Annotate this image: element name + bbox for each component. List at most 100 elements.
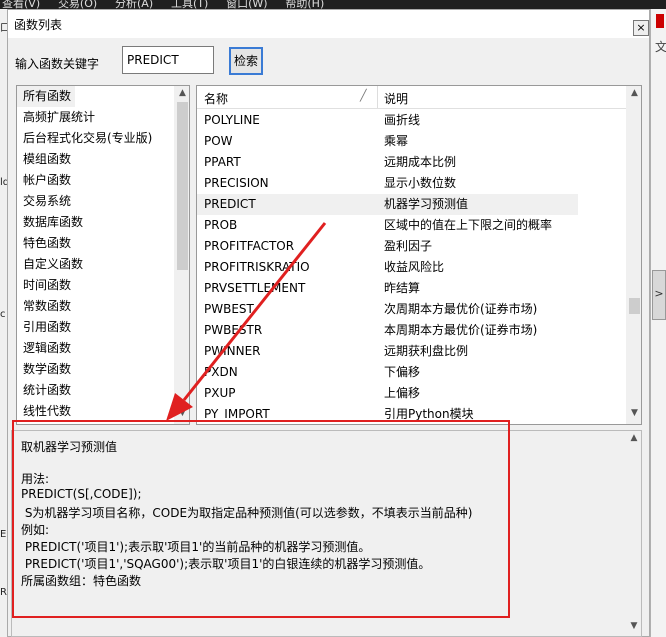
category-item[interactable]: 常数函数 <box>17 296 174 317</box>
detail-usage-label: 用法: <box>21 472 50 486</box>
function-desc: 昨结算 <box>384 281 421 295</box>
scroll-down-icon[interactable]: ▼ <box>626 621 642 631</box>
category-item[interactable]: 自定义函数 <box>17 254 174 275</box>
function-desc: 远期成本比例 <box>384 155 457 169</box>
close-button[interactable]: × <box>633 20 649 36</box>
function-name: PXUP <box>204 386 236 400</box>
search-label: 输入函数关键字 <box>15 57 100 71</box>
detail-scrollbar[interactable]: ▲ ▼ <box>626 431 642 636</box>
menu-view[interactable]: 查看(V) <box>2 0 40 9</box>
table-row[interactable]: PWBESTR 本周期本方最优价(证券市场) <box>197 320 626 341</box>
category-item[interactable]: 特色函数 <box>17 233 174 254</box>
dialog-title: 函数列表 <box>14 18 63 32</box>
table-row[interactable]: PXDN 下偏移 <box>197 362 626 383</box>
table-row[interactable]: POLYLINE 画折线 <box>197 110 626 131</box>
category-scrollbar[interactable]: ▲ ▼ <box>174 86 189 424</box>
function-desc: 显示小数位数 <box>384 176 457 190</box>
function-desc: 收益风险比 <box>384 260 445 274</box>
function-desc: 下偏移 <box>384 365 421 379</box>
category-item[interactable]: 数据库函数 <box>17 212 174 233</box>
table-row[interactable]: PRECISION 显示小数位数 <box>197 173 626 194</box>
scroll-thumb[interactable] <box>177 102 188 270</box>
table-row[interactable]: POW 乘幂 <box>197 131 626 152</box>
function-name: PROFITFACTOR <box>204 239 295 253</box>
table-row[interactable]: PPART 远期成本比例 <box>197 152 626 173</box>
menu-trade[interactable]: 交易(O) <box>58 0 97 9</box>
category-item[interactable]: 所有函数 <box>17 86 76 107</box>
scroll-up-icon[interactable]: ▲ <box>626 433 642 443</box>
scroll-down-icon[interactable]: ▼ <box>626 408 641 418</box>
detail-syntax: PREDICT(S[,CODE]); <box>21 487 142 501</box>
bg-label: c <box>0 309 6 320</box>
category-item[interactable]: 高频扩展统计 <box>17 107 174 128</box>
function-desc: 盈利因子 <box>384 239 433 253</box>
function-name: PWINNER <box>204 344 261 358</box>
function-name: POW <box>204 134 233 148</box>
table-row[interactable]: PROB 区域中的值在上下限之间的概率 <box>197 215 626 236</box>
category-list: 所有函数 高频扩展统计 后台程式化交易(专业版) 模组函数 帐户函数 交易系统 … <box>16 85 190 425</box>
category-item[interactable]: 时间函数 <box>17 275 174 296</box>
function-desc: 乘幂 <box>384 134 409 148</box>
function-desc: 区域中的值在上下限之间的概率 <box>384 218 553 232</box>
category-item[interactable]: 引用函数 <box>17 317 174 338</box>
column-header-name[interactable]: 名称 <box>204 90 228 107</box>
function-desc: 引用Python模块 <box>384 407 474 421</box>
menu-window[interactable]: 窗口(W) <box>226 0 267 9</box>
scroll-up-icon[interactable]: ▲ <box>174 88 189 98</box>
scroll-down-icon[interactable]: ▼ <box>174 408 189 418</box>
function-desc: 次周期本方最优价(证券市场) <box>384 302 538 316</box>
menu-tools[interactable]: 工具(T) <box>171 0 208 9</box>
table-row[interactable]: PROFITRISKRATIO 收益风险比 <box>197 257 626 278</box>
function-table: 名称 ╱ 说明 POLYLINE 画折线 POW 乘幂 PPART 远期成本比例 PR… <box>196 85 642 425</box>
function-desc: 画折线 <box>384 113 421 127</box>
detail-group: 所属函数组：特色函数 <box>21 574 142 588</box>
function-name: PROB <box>204 218 238 232</box>
table-row[interactable]: PY_IMPORT 引用Python模块 <box>197 404 626 424</box>
category-item[interactable]: 交易系统 <box>17 191 174 212</box>
bg-right-label: 文 <box>655 40 666 54</box>
scroll-up-icon[interactable]: ▲ <box>626 88 641 98</box>
dialog-titlebar: 函数列表 <box>8 10 649 38</box>
table-row[interactable]: PROFITFACTOR 盈利因子 <box>197 236 626 257</box>
table-row[interactable]: PWBEST 次周期本方最优价(证券市场) <box>197 299 626 320</box>
sort-icon: ╱ <box>360 89 367 102</box>
category-item[interactable]: 统计函数 <box>17 380 174 401</box>
function-desc: 本周期本方最优价(证券市场) <box>384 323 538 337</box>
search-button[interactable]: 检索 <box>229 47 263 75</box>
scroll-thumb[interactable] <box>629 298 640 314</box>
function-name: PRECISION <box>204 176 269 190</box>
detail-example: PREDICT('项目1');表示取'项目1'的当前品种的机器学习预测值。 <box>21 540 371 554</box>
table-row[interactable]: PXUP 上偏移 <box>197 383 626 404</box>
function-name: PRVSETTLEMENT <box>204 281 306 295</box>
background-window-left: 口 ld c E R <box>0 9 10 637</box>
function-name: PROFITRISKRATIO <box>204 260 310 274</box>
table-row[interactable]: PRVSETTLEMENT 昨结算 <box>197 278 626 299</box>
category-item[interactable]: 帐户函数 <box>17 170 174 191</box>
function-search-input[interactable] <box>122 46 214 74</box>
column-divider[interactable] <box>377 86 378 108</box>
table-row-selected[interactable]: PREDICT 机器学习预测值 <box>197 194 578 215</box>
category-item[interactable]: 逻辑函数 <box>17 338 174 359</box>
detail-params: S为机器学习项目名称，CODE为取指定品种预测值(可以选参数，不填表示当前品种) <box>21 506 473 520</box>
menu-help[interactable]: 帮助(H) <box>285 0 324 9</box>
function-detail-panel: 取机器学习预测值 用法: PREDICT(S[,CODE]); S为机器学习项目… <box>11 430 642 637</box>
table-row[interactable]: PWINNER 远期获利盘比例 <box>197 341 626 362</box>
function-desc: 远期获利盘比例 <box>384 344 469 358</box>
column-header-desc[interactable]: 说明 <box>384 90 408 107</box>
category-item[interactable]: 模组函数 <box>17 149 174 170</box>
expand-panel-button[interactable]: > <box>652 270 666 320</box>
function-desc: 上偏移 <box>384 386 421 400</box>
bg-label: R <box>0 587 7 598</box>
table-header: 名称 ╱ 说明 <box>197 86 626 109</box>
table-scrollbar[interactable]: ▲ ▼ <box>626 86 641 424</box>
function-name: PWBEST <box>204 302 254 316</box>
menu-bar: 查看(V) 交易(O) 分析(A) 工具(T) 窗口(W) 帮助(H) <box>0 0 666 9</box>
detail-summary: 取机器学习预测值 <box>21 440 118 454</box>
category-item[interactable]: 线性代数 <box>17 401 174 422</box>
bg-label: E <box>0 529 7 540</box>
detail-example-label: 例如: <box>21 523 50 537</box>
function-desc: 机器学习预测值 <box>384 197 469 211</box>
menu-analysis[interactable]: 分析(A) <box>115 0 153 9</box>
category-item[interactable]: 数学函数 <box>17 359 174 380</box>
category-item[interactable]: 后台程式化交易(专业版) <box>17 128 174 149</box>
